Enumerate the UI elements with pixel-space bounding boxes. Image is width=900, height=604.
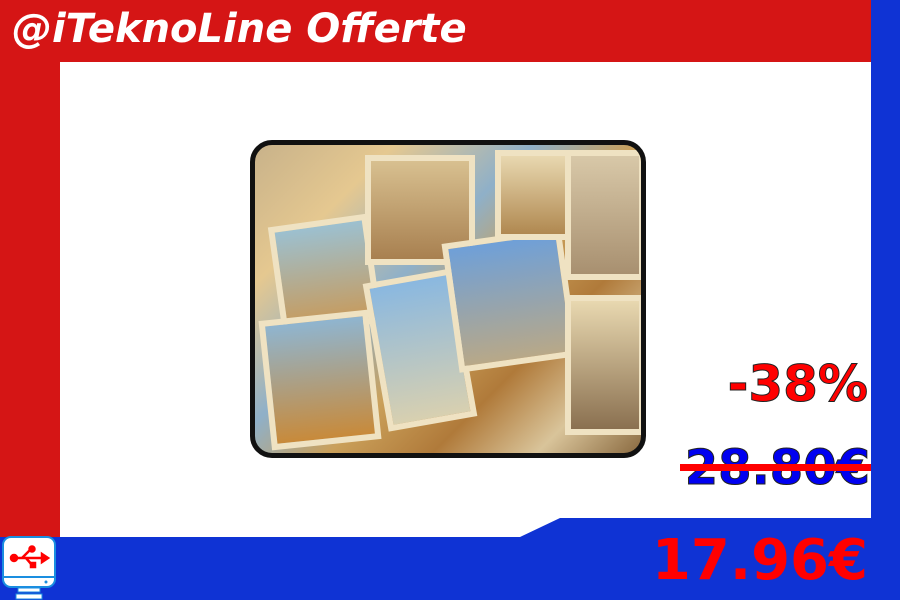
brand-title: @iTeknoLine Offerte bbox=[12, 6, 467, 52]
strikethrough-line bbox=[680, 464, 871, 471]
product-image bbox=[250, 140, 646, 458]
new-price: 17.96€ bbox=[651, 528, 868, 593]
right-banner bbox=[871, 0, 900, 600]
discount-badge: -38% bbox=[727, 355, 868, 414]
usb-monitor-icon bbox=[2, 536, 56, 600]
left-banner bbox=[0, 0, 60, 537]
